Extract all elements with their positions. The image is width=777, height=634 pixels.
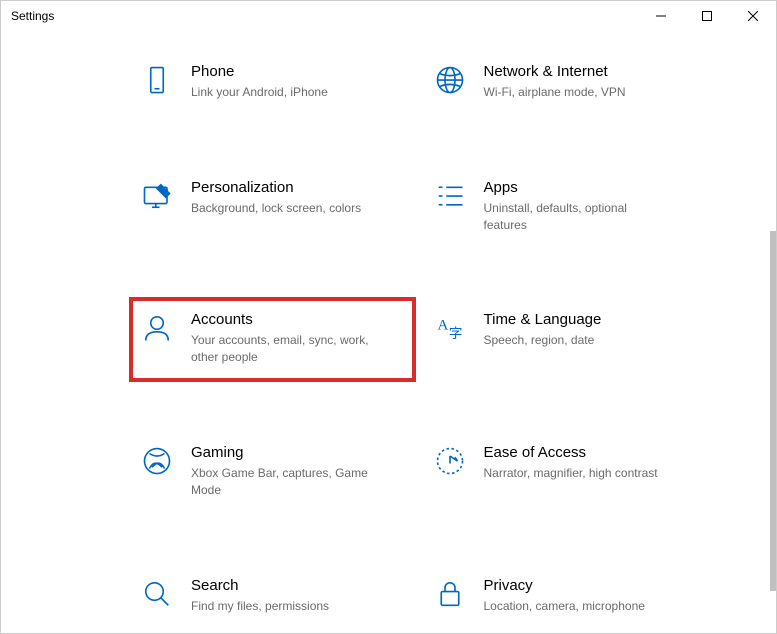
maximize-button[interactable] — [684, 1, 730, 31]
tile-title: Apps — [484, 179, 664, 196]
tile-ease-of-access[interactable]: Ease of Access Narrator, magnifier, high… — [424, 432, 707, 513]
tile-title: Phone — [191, 63, 328, 80]
search-icon — [141, 579, 173, 611]
tile-desc: Uninstall, defaults, optional features — [484, 200, 664, 234]
close-button[interactable] — [730, 1, 776, 31]
tile-desc: Xbox Game Bar, captures, Game Mode — [191, 465, 371, 499]
person-icon — [141, 313, 173, 345]
tile-time-language[interactable]: A字 Time & Language Speech, region, date — [424, 299, 707, 380]
tile-apps[interactable]: Apps Uninstall, defaults, optional featu… — [424, 167, 707, 248]
settings-content: Phone Link your Android, iPhone Network … — [1, 31, 776, 633]
tile-gaming[interactable]: Gaming Xbox Game Bar, captures, Game Mod… — [131, 432, 414, 513]
tile-desc: Location, camera, microphone — [484, 598, 645, 615]
apps-icon — [434, 181, 466, 213]
globe-icon — [434, 65, 466, 97]
titlebar: Settings — [1, 1, 776, 31]
tile-title: Time & Language — [484, 311, 602, 328]
tile-desc: Wi-Fi, airplane mode, VPN — [484, 84, 626, 101]
tile-phone[interactable]: Phone Link your Android, iPhone — [131, 51, 414, 115]
window-title: Settings — [11, 9, 54, 23]
xbox-icon — [141, 446, 173, 478]
settings-grid: Phone Link your Android, iPhone Network … — [131, 51, 706, 633]
tile-title: Accounts — [191, 311, 371, 328]
tile-title: Ease of Access — [484, 444, 658, 461]
phone-icon — [141, 65, 173, 97]
lock-icon — [434, 579, 466, 611]
tile-privacy[interactable]: Privacy Location, camera, microphone — [424, 565, 707, 629]
tile-title: Personalization — [191, 179, 361, 196]
tile-desc: Speech, region, date — [484, 332, 602, 349]
tile-personalization[interactable]: Personalization Background, lock screen,… — [131, 167, 414, 248]
window-controls — [638, 1, 776, 31]
personalization-icon — [141, 181, 173, 213]
tile-title: Search — [191, 577, 329, 594]
tile-desc: Link your Android, iPhone — [191, 84, 328, 101]
time-language-icon: A字 — [434, 313, 466, 345]
tile-desc: Find my files, permissions — [191, 598, 329, 615]
tile-title: Network & Internet — [484, 63, 626, 80]
tile-search[interactable]: Search Find my files, permissions — [131, 565, 414, 629]
scrollbar[interactable] — [770, 231, 776, 591]
tile-desc: Your accounts, email, sync, work, other … — [191, 332, 371, 366]
tile-accounts[interactable]: Accounts Your accounts, email, sync, wor… — [131, 299, 414, 380]
tile-desc: Background, lock screen, colors — [191, 200, 361, 217]
svg-text:A: A — [437, 318, 448, 334]
minimize-button[interactable] — [638, 1, 684, 31]
ease-of-access-icon — [434, 446, 466, 478]
tile-title: Gaming — [191, 444, 371, 461]
tile-desc: Narrator, magnifier, high contrast — [484, 465, 658, 482]
tile-network[interactable]: Network & Internet Wi-Fi, airplane mode,… — [424, 51, 707, 115]
tile-title: Privacy — [484, 577, 645, 594]
svg-text:字: 字 — [448, 326, 462, 341]
